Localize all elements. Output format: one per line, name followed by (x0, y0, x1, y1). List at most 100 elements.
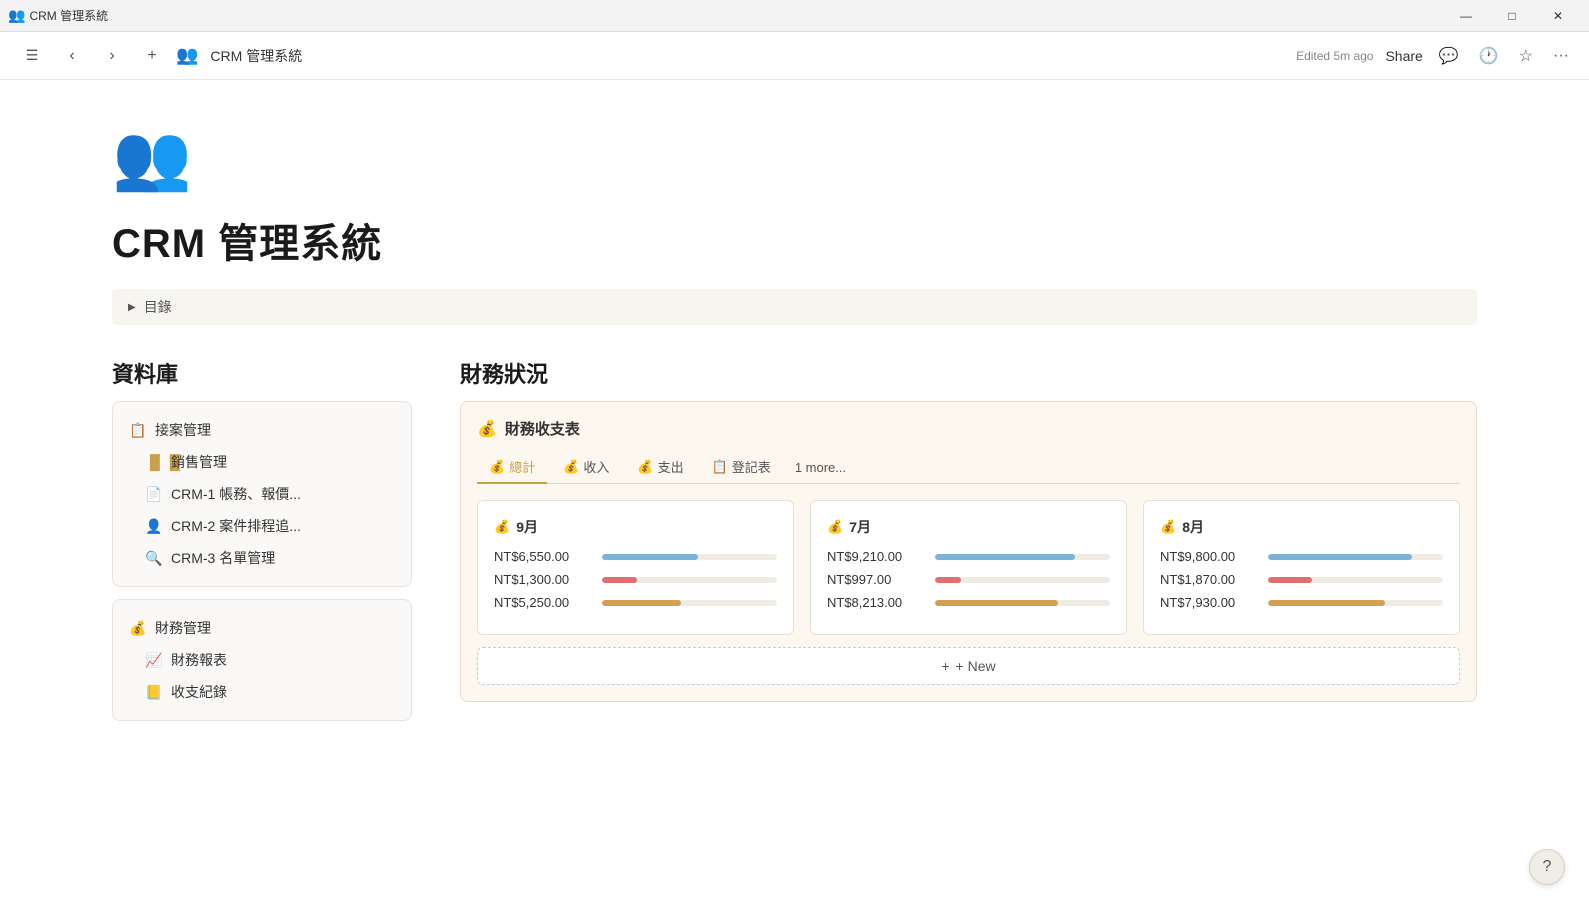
database-section-title: 資料庫 (112, 357, 412, 389)
month-card-august: 💰 8月 NT$9,800.00 NT$1,870.00 (1143, 500, 1460, 635)
crm1-icon: 📄 (145, 486, 163, 503)
sept-bar-3-container (602, 600, 777, 606)
aug-bar-2-container (1268, 577, 1443, 583)
tab-total-label: 總計 (509, 457, 535, 476)
aug-row-2: NT$1,870.00 (1160, 572, 1443, 587)
menu-button[interactable]: ☰ (16, 40, 48, 72)
new-label: + New (956, 658, 996, 674)
minimize-button[interactable]: — (1443, 0, 1489, 32)
two-col-layout: 資料庫 📋 接案管理 ▐▌▐▌ 銷售管理 📄 CRM-1 帳務、報價... 👤 (112, 357, 1477, 733)
comment-button[interactable]: 💬 (1435, 42, 1463, 70)
month-card-july: 💰 7月 NT$9,210.00 NT$997.00 (810, 500, 1127, 635)
aug-bar-3 (1268, 600, 1385, 606)
db-item-finance-report[interactable]: 📈 財務報表 (113, 644, 411, 676)
tab-expense-icon: 💰 (637, 459, 653, 475)
aug-amount-1: NT$9,800.00 (1160, 549, 1260, 564)
july-bar-1-container (935, 554, 1110, 560)
sept-row-1: NT$6,550.00 (494, 549, 777, 564)
aug-bar-2 (1268, 577, 1312, 583)
sept-bar-2 (602, 577, 637, 583)
maximize-button[interactable]: □ (1489, 0, 1535, 32)
page-large-icon: 👥 (112, 120, 1477, 195)
tab-register[interactable]: 📋 登記表 (700, 451, 783, 484)
history-button[interactable]: 🕐 (1475, 42, 1503, 70)
forward-icon: › (109, 47, 114, 65)
records-label: 收支紀錄 (171, 682, 227, 702)
crm3-label: CRM-3 名單管理 (171, 548, 275, 568)
month-sept-label: 9月 (516, 517, 538, 537)
menu-icon: ☰ (26, 47, 39, 64)
crm3-icon: 🔍 (145, 550, 163, 567)
db-item-records[interactable]: 📒 收支紀錄 (113, 676, 411, 708)
tab-income-label: 收入 (583, 457, 609, 476)
app-icon: 👥 (8, 7, 25, 24)
crm2-label: CRM-2 案件排程追... (171, 516, 301, 536)
month-sept-title: 💰 9月 (494, 517, 777, 537)
more-button[interactable]: ··· (1549, 43, 1573, 69)
new-plus-icon: + (941, 658, 949, 674)
database-card-2: 💰 財務管理 📈 財務報表 📒 收支紀錄 (112, 599, 412, 721)
july-amount-2: NT$997.00 (827, 572, 927, 587)
page-title-toolbar: CRM 管理系統 (210, 46, 302, 66)
new-button[interactable]: + + New (477, 647, 1460, 685)
add-page-button[interactable]: + (136, 40, 168, 72)
jie-an-label: 接案管理 (155, 420, 211, 440)
month-card-september: 💰 9月 NT$6,550.00 NT$1,300.00 (477, 500, 794, 635)
sept-bar-1 (602, 554, 698, 560)
database-card-1: 📋 接案管理 ▐▌▐▌ 銷售管理 📄 CRM-1 帳務、報價... 👤 CRM-… (112, 401, 412, 587)
tab-total[interactable]: 💰 總計 (477, 451, 547, 484)
sept-amount-3: NT$5,250.00 (494, 595, 594, 610)
finance-container: 💰 財務收支表 💰 總計 💰 收入 💰 支出 (460, 401, 1477, 702)
share-button[interactable]: Share (1385, 48, 1422, 64)
toc-bar[interactable]: ▶ 目錄 (112, 289, 1477, 325)
month-july-title: 💰 7月 (827, 517, 1110, 537)
help-button[interactable]: ? (1529, 849, 1565, 885)
july-row-3: NT$8,213.00 (827, 595, 1110, 610)
add-icon: + (147, 47, 156, 65)
july-amount-3: NT$8,213.00 (827, 595, 927, 610)
finance-report-icon: 📈 (145, 652, 163, 669)
finance-tabs: 💰 總計 💰 收入 💰 支出 📋 登記表 1 mo (477, 451, 1460, 484)
db-item-crm1[interactable]: 📄 CRM-1 帳務、報價... (113, 478, 411, 510)
edited-label: Edited 5m ago (1296, 49, 1373, 63)
july-bar-2 (935, 577, 961, 583)
aug-row-1: NT$9,800.00 (1160, 549, 1443, 564)
finance-container-icon: 💰 (477, 419, 497, 439)
app-title: CRM 管理系統 (29, 7, 108, 24)
finance-report-label: 財務報表 (171, 650, 227, 670)
month-july-icon: 💰 (827, 519, 843, 535)
favorite-button[interactable]: ☆ (1515, 42, 1537, 70)
tab-total-icon: 💰 (489, 459, 505, 475)
tab-more[interactable]: 1 more... (787, 454, 854, 481)
july-bar-1 (935, 554, 1075, 560)
sept-bar-2-container (602, 577, 777, 583)
page-icon-toolbar: 👥 (176, 45, 198, 66)
july-row-1: NT$9,210.00 (827, 549, 1110, 564)
records-icon: 📒 (145, 684, 163, 701)
july-bar-3 (935, 600, 1058, 606)
july-row-2: NT$997.00 (827, 572, 1110, 587)
july-bar-3-container (935, 600, 1110, 606)
july-amount-1: NT$9,210.00 (827, 549, 927, 564)
forward-button[interactable]: › (96, 40, 128, 72)
tab-expense-label: 支出 (658, 457, 684, 476)
aug-amount-3: NT$7,930.00 (1160, 595, 1260, 610)
toolbar-right: Edited 5m ago Share 💬 🕐 ☆ ··· (1296, 42, 1573, 70)
close-button[interactable]: ✕ (1535, 0, 1581, 32)
finance-container-title: 財務收支表 (505, 418, 580, 439)
back-button[interactable]: ‹ (56, 40, 88, 72)
aug-amount-2: NT$1,870.00 (1160, 572, 1260, 587)
sept-amount-2: NT$1,300.00 (494, 572, 594, 587)
db-item-crm3[interactable]: 🔍 CRM-3 名單管理 (113, 542, 411, 574)
db-item-sales[interactable]: ▐▌▐▌ 銷售管理 (113, 446, 411, 478)
db-item-jie-an[interactable]: 📋 接案管理 (113, 414, 411, 446)
month-aug-label: 8月 (1182, 517, 1204, 537)
tab-income[interactable]: 💰 收入 (551, 451, 621, 484)
db-item-finance[interactable]: 💰 財務管理 (113, 612, 411, 644)
window-controls: — □ ✕ (1443, 0, 1581, 32)
tab-register-icon: 📋 (712, 459, 728, 475)
jie-an-icon: 📋 (129, 422, 147, 439)
sept-row-3: NT$5,250.00 (494, 595, 777, 610)
tab-expense[interactable]: 💰 支出 (625, 451, 695, 484)
db-item-crm2[interactable]: 👤 CRM-2 案件排程追... (113, 510, 411, 542)
